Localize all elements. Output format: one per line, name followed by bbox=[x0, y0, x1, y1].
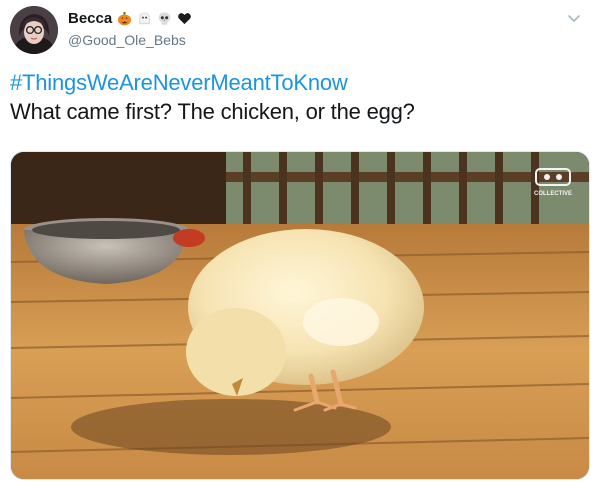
tweet-card: Becca @Good_Ole_Bebs #ThingsWeAreNeverMe… bbox=[0, 0, 600, 489]
avatar[interactable] bbox=[10, 6, 58, 54]
black-heart-emoji-icon bbox=[178, 13, 192, 25]
pumpkin-emoji-icon bbox=[118, 11, 132, 26]
skull-emoji-icon bbox=[158, 12, 171, 25]
media-watermark: COLLECTIVE bbox=[530, 165, 576, 201]
hashtag-link[interactable]: #ThingsWeAreNeverMeantToKnow bbox=[10, 70, 348, 96]
tweet-text: What came first? The chicken, or the egg… bbox=[10, 99, 415, 124]
avatar-image bbox=[10, 6, 58, 54]
display-name[interactable]: Becca bbox=[68, 10, 112, 27]
author-name-row: Becca bbox=[68, 10, 192, 27]
watermark-text: COLLECTIVE bbox=[533, 191, 572, 197]
chevron-down-icon[interactable] bbox=[566, 10, 582, 26]
ghost-emoji-icon bbox=[139, 12, 150, 25]
author-handle[interactable]: @Good_Ole_Bebs bbox=[68, 32, 186, 48]
watermark-logo-icon bbox=[535, 168, 571, 186]
tweet-media[interactable] bbox=[10, 151, 590, 480]
chick-photo bbox=[11, 152, 589, 479]
